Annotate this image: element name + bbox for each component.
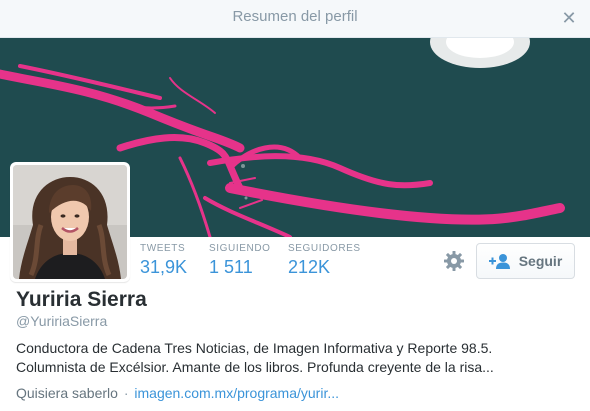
stat-following-label: SIGUIENDO (209, 243, 271, 254)
settings-button[interactable] (442, 249, 466, 273)
profile-name[interactable]: Yuriria Sierra (16, 288, 147, 312)
stat-following[interactable]: SIGUIENDO 1 511 (209, 243, 271, 278)
stat-followers-label: SEGUIDORES (288, 243, 361, 254)
profile-handle[interactable]: @YuririaSierra (16, 313, 107, 329)
bio-line: Conductora de Cadena Tres Noticias, de I… (16, 340, 493, 356)
bio-line: Columnista de Excélsior. Amante de los l… (16, 359, 494, 375)
avatar[interactable] (13, 165, 127, 279)
profile-website-link[interactable]: imagen.com.mx/programa/yurir... (134, 385, 339, 401)
profile-location: Quisiera saberlo (16, 385, 118, 401)
meta-separator: · (123, 385, 129, 401)
modal-title: Resumen del perfil (232, 8, 358, 25)
stat-following-value[interactable]: 1 511 (209, 257, 271, 278)
stat-followers[interactable]: SEGUIDORES 212K (288, 243, 361, 278)
gear-icon[interactable] (442, 249, 466, 273)
profile-bio: Conductora de Cadena Tres Noticias, de I… (16, 339, 576, 377)
stat-followers-value[interactable]: 212K (288, 257, 361, 278)
follow-button-label: Seguir (518, 253, 563, 269)
modal-header: Resumen del perfil ✕ (0, 0, 590, 38)
profile-meta: Quisiera saberlo · imagen.com.mx/program… (16, 385, 339, 401)
close-icon[interactable]: ✕ (560, 8, 578, 28)
stat-tweets-value[interactable]: 31,9K (140, 257, 187, 278)
stat-tweets[interactable]: TWEETS 31,9K (140, 243, 187, 278)
avatar-frame[interactable] (10, 162, 130, 282)
follow-button[interactable]: Seguir (476, 243, 575, 279)
add-user-icon (488, 254, 510, 269)
stat-tweets-label: TWEETS (140, 243, 186, 254)
